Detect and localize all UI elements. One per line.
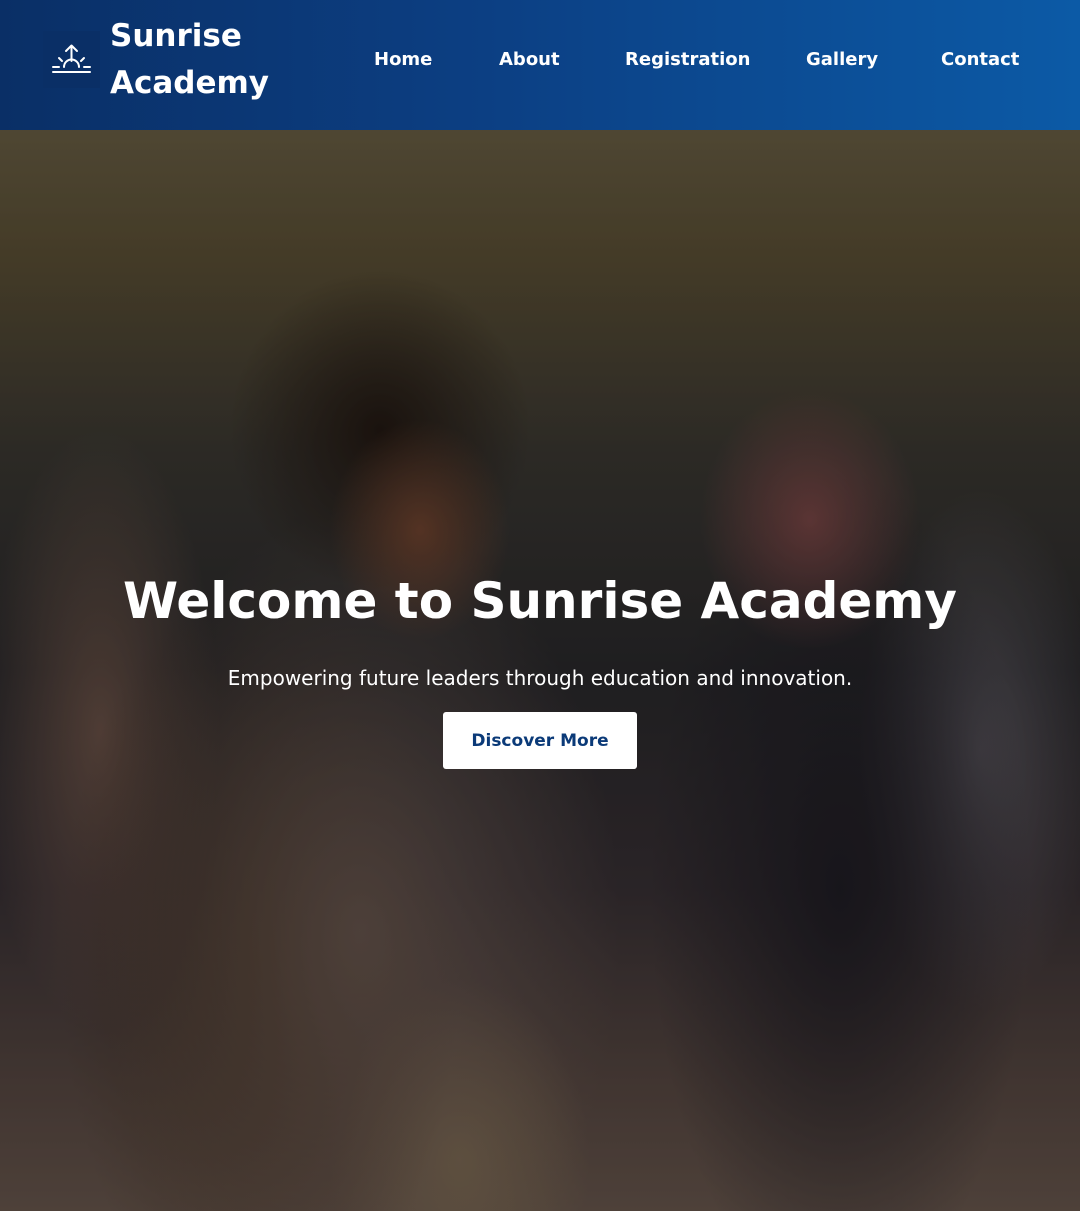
site-header: Sunrise Academy Home About Registration … [0,0,1080,130]
nav-home[interactable]: Home [374,48,432,72]
brand-name[interactable]: Sunrise Academy [110,13,330,107]
hero-title: Welcome to Sunrise Academy [122,572,958,630]
discover-more-button[interactable]: Discover More [443,712,637,769]
hero-section: Welcome to Sunrise Academy Empowering fu… [0,130,1080,1211]
nav-contact[interactable]: Contact [941,48,1019,72]
brand-name-line2: Academy [110,65,270,101]
nav-gallery[interactable]: Gallery [806,48,878,72]
hero-subtitle: Empowering future leaders through educat… [227,666,853,690]
brand-name-line1: Sunrise [110,18,242,54]
nav-about[interactable]: About [499,48,560,72]
logo[interactable] [43,31,100,88]
sunrise-icon [52,44,91,73]
nav-registration[interactable]: Registration [625,48,750,72]
